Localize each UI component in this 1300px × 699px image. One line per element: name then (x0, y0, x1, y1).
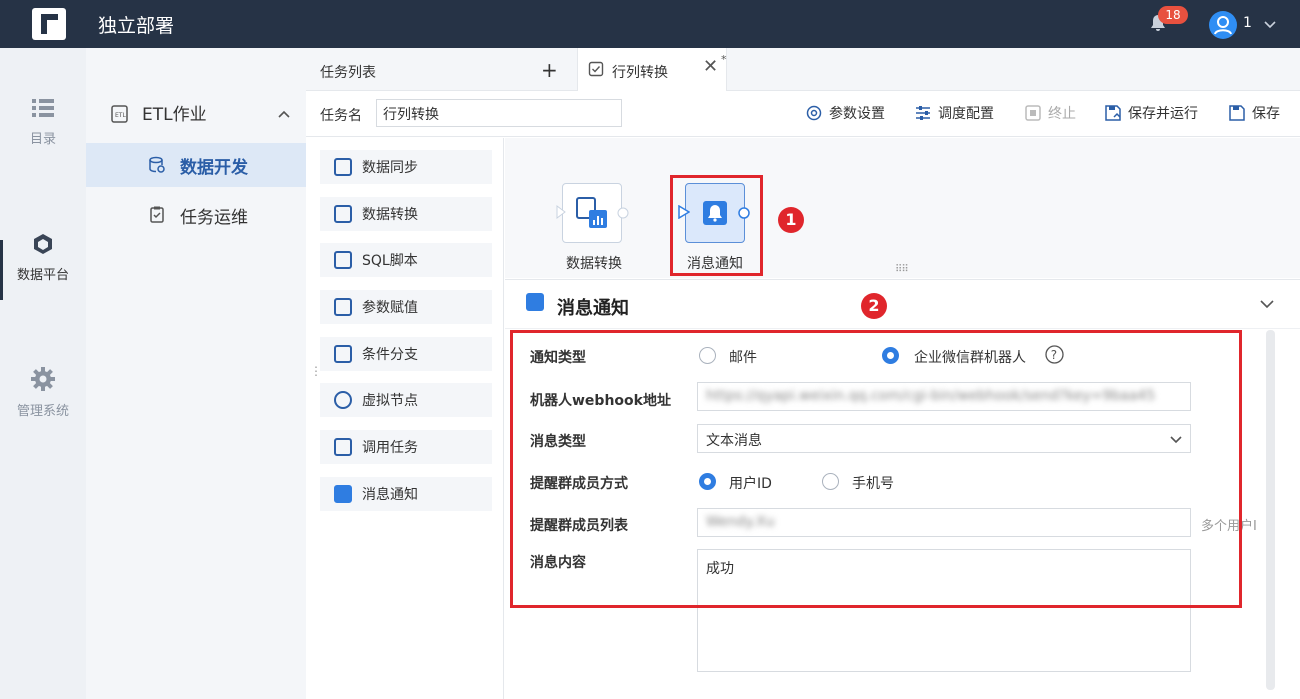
highlight-box-form (510, 330, 1242, 608)
node-item-condition-branch[interactable]: 条件分支 (320, 337, 492, 371)
node-item-data-transform[interactable]: 数据转换 (320, 197, 492, 231)
bell-icon (334, 485, 352, 503)
node-item-label: SQL脚本 (362, 253, 418, 269)
data-transform-icon (576, 197, 607, 228)
list-icon (32, 99, 54, 117)
task-name-input[interactable]: 行列转换 (376, 99, 622, 127)
menu-item-label: 数据开发 (180, 158, 248, 178)
schedule-config-button[interactable]: 调度配置 (914, 103, 994, 123)
modified-marker: * (721, 53, 727, 66)
save-and-run-label: 保存并运行 (1128, 106, 1198, 122)
highlight-box-node (670, 175, 763, 276)
node-item-message-notify[interactable]: 消息通知 (320, 477, 492, 511)
menu-item-task-ops[interactable]: 任务运维 (180, 203, 248, 228)
canvas-node-label: 数据转换 (566, 256, 622, 272)
rail-item-label: 管理系统 (16, 404, 69, 419)
save-icon (1229, 105, 1245, 121)
save-run-icon (1105, 105, 1121, 121)
sliders-icon (916, 106, 930, 120)
rail-item-data-platform[interactable]: 数据平台 (0, 232, 86, 283)
chevron-down-icon[interactable] (1258, 295, 1276, 313)
rail-item-catalog[interactable]: 目录 (0, 96, 86, 147)
rail-item-label: 数据平台 (16, 268, 69, 283)
param-assign-icon (334, 298, 352, 316)
notification-badge: 18 (1158, 6, 1188, 24)
callout-marker-2: 2 (861, 293, 887, 319)
add-tab-button[interactable]: + (541, 58, 558, 82)
params-settings-label: 参数设置 (829, 106, 885, 122)
cubes-icon (34, 234, 52, 254)
node-item-data-sync[interactable]: 数据同步 (320, 150, 492, 184)
stop-label: 终止 (1048, 106, 1076, 122)
etl-icon: ETL (111, 105, 128, 123)
node-item-label: 消息通知 (362, 487, 418, 503)
detail-title: 消息通知 (557, 298, 629, 319)
node-item-label: 数据同步 (362, 160, 418, 176)
virtual-node-icon (334, 391, 352, 409)
node-item-label: 虚拟节点 (362, 393, 418, 409)
chevron-down-icon[interactable] (1262, 16, 1278, 32)
output-port-icon[interactable] (617, 207, 629, 219)
node-item-label: 参数赋值 (362, 300, 418, 316)
scrollbar[interactable] (1266, 330, 1275, 690)
task-name-label: 任务名 (320, 108, 362, 124)
input-port-icon[interactable] (556, 205, 566, 219)
gear-icon (31, 367, 55, 391)
call-task-icon (334, 438, 352, 456)
stop-button[interactable]: 终止 (1024, 103, 1076, 123)
rail-item-admin[interactable]: 管理系统 (0, 366, 86, 419)
node-item-sql-script[interactable]: SQL脚本 (320, 243, 492, 277)
canvas-node-data-transform[interactable] (562, 183, 622, 243)
node-item-call-task[interactable]: 调用任务 (320, 430, 492, 464)
callout-marker-1: 1 (778, 207, 804, 233)
chevron-up-icon[interactable] (276, 106, 292, 122)
node-item-virtual-node[interactable]: 虚拟节点 (320, 383, 492, 417)
task-icon (588, 61, 604, 77)
app-logo[interactable] (32, 8, 66, 40)
rail-item-label: 目录 (29, 132, 56, 147)
gear-icon (806, 105, 822, 121)
data-transform-icon (334, 205, 352, 223)
resize-handle[interactable]: ⋮ (310, 364, 322, 378)
close-tab-icon[interactable]: ✕ (703, 56, 718, 77)
database-icon (149, 156, 165, 173)
node-item-label: 调用任务 (362, 440, 418, 456)
clipboard-check-icon (150, 206, 164, 223)
tab-task-list[interactable]: 任务列表 (320, 62, 376, 82)
user-icon (1214, 16, 1232, 35)
menu-section-etl[interactable]: ETL作业 (142, 100, 207, 125)
params-settings-button[interactable]: 参数设置 (805, 103, 885, 123)
sql-icon (334, 251, 352, 269)
svg-text:ETL: ETL (115, 112, 126, 119)
node-item-param-assign[interactable]: 参数赋值 (320, 290, 492, 324)
branch-icon (334, 345, 352, 363)
save-button[interactable]: 保存 (1228, 103, 1280, 123)
bell-icon (526, 293, 544, 311)
node-item-label: 数据转换 (362, 207, 418, 223)
top-bar (0, 0, 1300, 48)
tab-current-label: 行列转换 (612, 65, 668, 81)
data-sync-icon (334, 158, 352, 176)
tab-strip (306, 48, 1300, 91)
stop-icon (1025, 105, 1041, 121)
split-handle[interactable]: ⠿⠿ (895, 264, 909, 275)
avatar[interactable] (1209, 11, 1237, 39)
save-and-run-button[interactable]: 保存并运行 (1104, 103, 1198, 123)
app-title: 独立部署 (98, 15, 175, 37)
user-name[interactable]: 1 (1243, 15, 1252, 31)
save-label: 保存 (1252, 106, 1280, 122)
node-item-label: 条件分支 (362, 347, 418, 363)
schedule-config-label: 调度配置 (938, 106, 994, 122)
